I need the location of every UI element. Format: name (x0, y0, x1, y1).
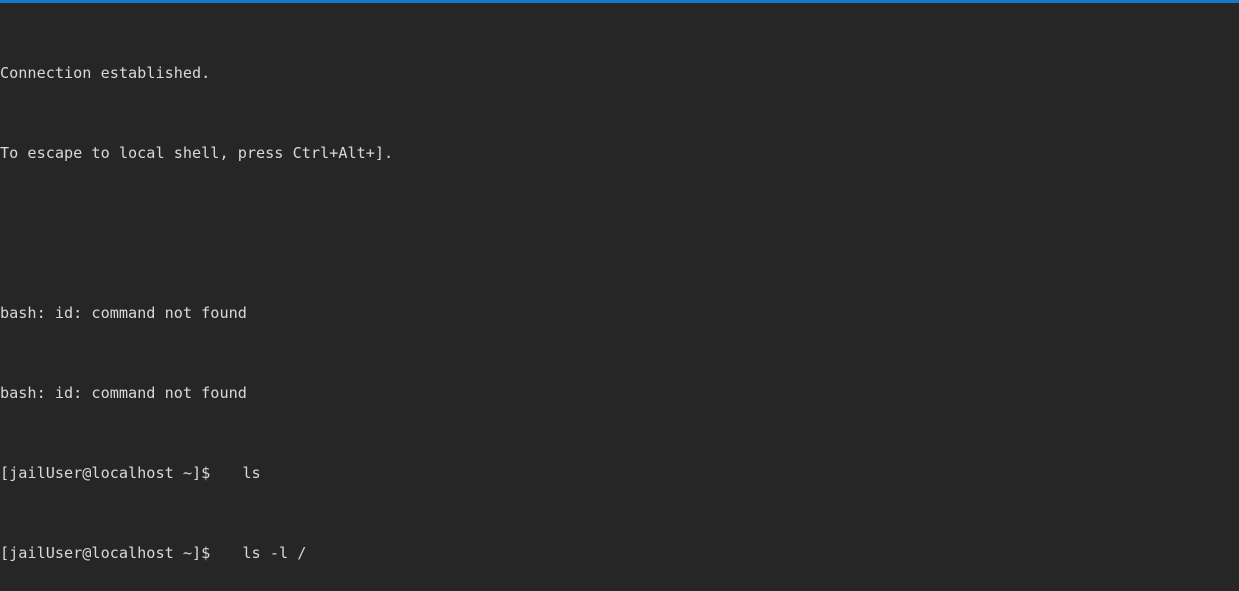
terminal-line-prompt-ls-long: [jailUser@localhost ~]$ ls -l / (0, 543, 1239, 563)
terminal-line-escape-hint: To escape to local shell, press Ctrl+Alt… (0, 143, 1239, 163)
terminal-line-error-2: bash: id: command not found (0, 383, 1239, 403)
connection-established-text: Connection established. (0, 64, 211, 82)
shell-prompt: [jailUser@localhost ~]$ (0, 464, 211, 482)
escape-hint-text: To escape to local shell, press Ctrl+Alt… (0, 144, 394, 162)
command-ls-long-root: ls -l / (242, 544, 307, 562)
terminal-line-error-1: bash: id: command not found (0, 303, 1239, 323)
terminal-line-blank-1 (0, 223, 1239, 243)
terminal-line-connection: Connection established. (0, 63, 1239, 83)
terminal-line-prompt-ls: [jailUser@localhost ~]$ ls (0, 463, 1239, 483)
command-not-found-text-2: bash: id: command not found (0, 384, 247, 402)
shell-prompt: [jailUser@localhost ~]$ (0, 544, 211, 562)
terminal-screen[interactable]: Connection established. To escape to loc… (0, 3, 1239, 591)
command-ls: ls (242, 464, 261, 482)
command-not-found-text-1: bash: id: command not found (0, 304, 247, 322)
